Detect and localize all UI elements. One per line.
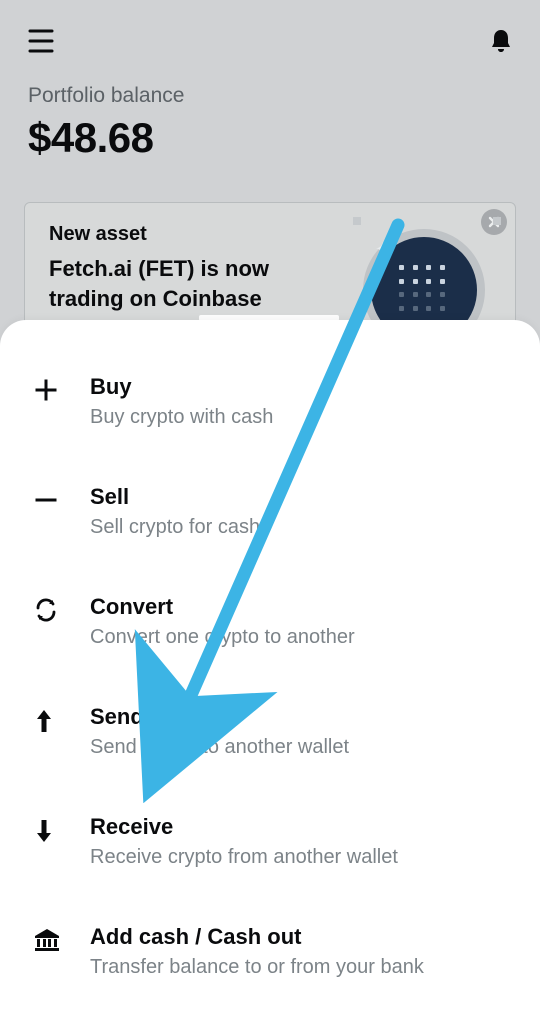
- buy-action[interactable]: Buy Buy crypto with cash: [0, 374, 540, 430]
- arrow-down-icon: [34, 814, 90, 844]
- action-desc: Receive crypto from another wallet: [90, 844, 516, 870]
- action-title: Send: [90, 704, 516, 730]
- action-desc: Send crypto to another wallet: [90, 734, 516, 760]
- balance-label: Portfolio balance: [28, 84, 512, 108]
- send-action[interactable]: Send Send crypto to another wallet: [0, 704, 540, 760]
- action-desc: Sell crypto for cash: [90, 514, 516, 540]
- portfolio-balance: Portfolio balance $48.68: [0, 54, 540, 182]
- convert-icon: [34, 594, 90, 622]
- menu-icon[interactable]: [28, 29, 58, 53]
- action-desc: Buy crypto with cash: [90, 404, 516, 430]
- promo-text: Fetch.ai (FET) is now trading on Coinbas…: [49, 254, 329, 313]
- plus-icon: [34, 374, 90, 402]
- arrow-up-icon: [34, 704, 90, 734]
- action-title: Convert: [90, 594, 516, 620]
- minus-icon: [34, 484, 90, 512]
- action-desc: Convert one crypto to another: [90, 624, 516, 650]
- app-header: [0, 0, 540, 54]
- decorative-dot: [353, 217, 361, 225]
- sell-action[interactable]: Sell Sell crypto for cash: [0, 484, 540, 540]
- action-title: Receive: [90, 814, 516, 840]
- action-title: Add cash / Cash out: [90, 924, 516, 950]
- action-title: Buy: [90, 374, 516, 400]
- convert-action[interactable]: Convert Convert one crypto to another: [0, 594, 540, 650]
- balance-value: $48.68: [28, 114, 512, 162]
- bank-icon: [34, 924, 90, 952]
- bell-icon[interactable]: [490, 28, 512, 54]
- cash-action[interactable]: Add cash / Cash out Transfer balance to …: [0, 924, 540, 980]
- receive-action[interactable]: Receive Receive crypto from another wall…: [0, 814, 540, 870]
- action-title: Sell: [90, 484, 516, 510]
- decorative-dot: [493, 217, 501, 225]
- action-desc: Transfer balance to or from your bank: [90, 954, 516, 980]
- action-sheet: Buy Buy crypto with cash Sell Sell crypt…: [0, 320, 540, 1025]
